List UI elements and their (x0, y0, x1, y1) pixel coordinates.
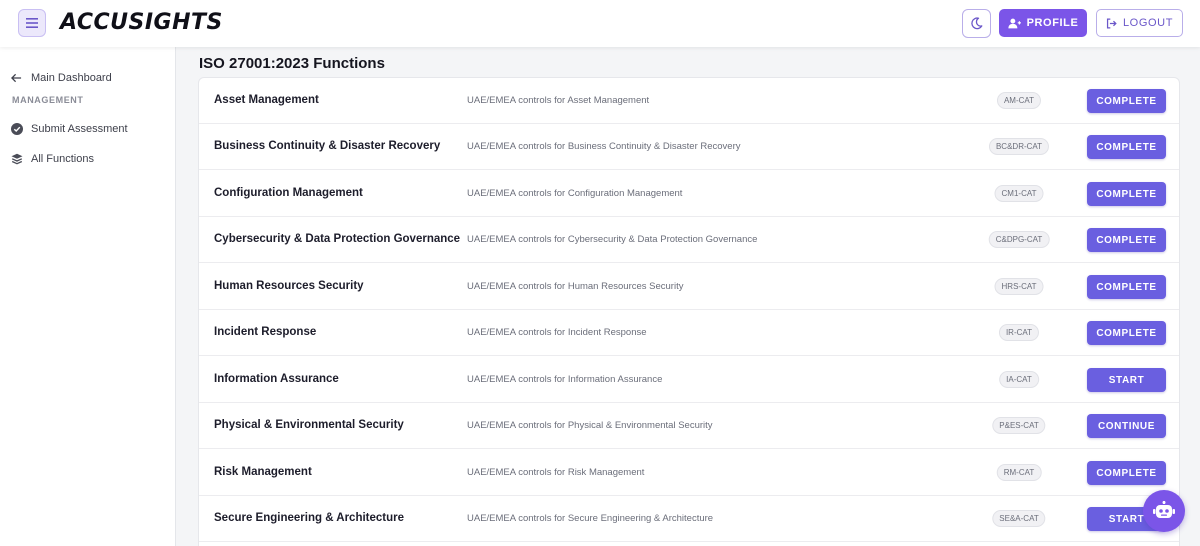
category-code-badge: P&ES-CAT (992, 417, 1046, 434)
hamburger-icon (26, 18, 38, 28)
brand-logo: ACCUSIGHTS (60, 10, 223, 35)
complete-button[interactable]: COMPLETE (1087, 135, 1166, 159)
table-row: Asset Management UAE/EMEA controls for A… (199, 78, 1179, 124)
function-name: Physical & Environmental Security (214, 419, 404, 431)
table-row: Risk Management UAE/EMEA controls for Ri… (199, 450, 1179, 496)
page-title: ISO 27001:2023 Functions (199, 55, 385, 72)
main-dashboard-link[interactable]: Main Dashboard (10, 71, 112, 84)
table-row: Secure Engineering & Architecture UAE/EM… (199, 496, 1179, 542)
function-description: UAE/EMEA controls for Asset Management (467, 95, 650, 106)
chatbot-button[interactable] (1143, 490, 1185, 532)
logout-label: LOGOUT (1122, 17, 1174, 29)
table-row: Information Assurance UAE/EMEA controls … (199, 357, 1179, 403)
moon-icon (971, 17, 983, 30)
function-name: Incident Response (214, 326, 317, 338)
function-description: UAE/EMEA controls for Information Assura… (467, 374, 663, 385)
check-circle-icon (10, 122, 23, 135)
function-name: Asset Management (214, 94, 319, 106)
category-code-badge: BC&DR-CAT (988, 138, 1050, 155)
complete-button[interactable]: COMPLETE (1087, 321, 1166, 345)
logout-icon (1106, 18, 1117, 28)
complete-button[interactable]: COMPLETE (1087, 89, 1166, 113)
profile-button[interactable]: PROFILE (999, 9, 1087, 37)
sidebar-item-submit-assessment[interactable]: Submit Assessment (10, 122, 128, 135)
layers-icon (10, 152, 23, 165)
table-row: Business Continuity & Disaster Recovery … (199, 124, 1179, 170)
function-name: Human Resources Security (214, 280, 364, 292)
category-code-badge: CM1-CAT (994, 185, 1044, 202)
complete-button[interactable]: COMPLETE (1087, 228, 1166, 252)
top-bar: ACCUSIGHTS PROFILE LOGOUT (0, 0, 1200, 47)
function-description: UAE/EMEA controls for Human Resources Se… (467, 281, 684, 292)
table-row: Human Resources Security UAE/EMEA contro… (199, 264, 1179, 310)
profile-label: PROFILE (1026, 17, 1079, 29)
category-code-badge: IA-CAT (999, 371, 1039, 388)
complete-button[interactable]: COMPLETE (1087, 275, 1166, 299)
logout-button[interactable]: LOGOUT (1096, 9, 1183, 37)
function-description: UAE/EMEA controls for Configuration Mana… (467, 188, 683, 199)
continue-button[interactable]: CONTINUE (1087, 414, 1166, 438)
sidebar-section-management: MANAGEMENT (12, 95, 84, 105)
function-description: UAE/EMEA controls for Physical & Environ… (467, 420, 713, 431)
sidebar-item-label: All Functions (31, 152, 94, 165)
sidebar-item-all-functions[interactable]: All Functions (10, 152, 94, 165)
table-row: Incident Response UAE/EMEA controls for … (199, 310, 1179, 356)
theme-toggle-button[interactable] (962, 9, 991, 38)
category-code-badge: RM-CAT (996, 464, 1042, 481)
function-name: Business Continuity & Disaster Recovery (214, 140, 441, 152)
complete-button[interactable]: COMPLETE (1087, 461, 1166, 485)
robot-icon (1153, 501, 1175, 518)
category-code-badge: AM-CAT (996, 92, 1042, 109)
user-icon (1007, 18, 1021, 28)
category-code-badge: SE&A-CAT (992, 510, 1046, 527)
start-button[interactable]: START (1087, 368, 1166, 392)
function-name: Configuration Management (214, 187, 363, 199)
function-description: UAE/EMEA controls for Incident Response (467, 327, 647, 338)
category-code-badge: IR-CAT (998, 324, 1040, 341)
arrow-left-icon (10, 71, 23, 84)
sidebar-item-label: Submit Assessment (31, 122, 128, 135)
table-row: Configuration Management UAE/EMEA contro… (199, 171, 1179, 217)
sidebar: Main Dashboard MANAGEMENT Submit Assessm… (0, 47, 176, 546)
function-name: Risk Management (214, 466, 312, 478)
function-description: UAE/EMEA controls for Secure Engineering… (467, 513, 714, 524)
function-description: UAE/EMEA controls for Risk Management (467, 467, 645, 478)
main-dashboard-label: Main Dashboard (31, 71, 112, 84)
function-description: UAE/EMEA controls for Business Continuit… (467, 141, 741, 152)
function-name: Information Assurance (214, 373, 339, 385)
table-row: Cybersecurity & Data Protection Governan… (199, 217, 1179, 263)
functions-table: Asset Management UAE/EMEA controls for A… (198, 77, 1180, 546)
function-name: Secure Engineering & Architecture (214, 512, 405, 524)
menu-toggle-button[interactable] (18, 9, 46, 37)
category-code-badge: HRS-CAT (994, 278, 1044, 295)
function-description: UAE/EMEA controls for Cybersecurity & Da… (467, 234, 758, 245)
complete-button[interactable]: COMPLETE (1087, 182, 1166, 206)
category-code-badge: C&DPG-CAT (988, 231, 1050, 248)
function-name: Cybersecurity & Data Protection Governan… (214, 233, 461, 245)
table-row: Physical & Environmental Security UAE/EM… (199, 403, 1179, 449)
